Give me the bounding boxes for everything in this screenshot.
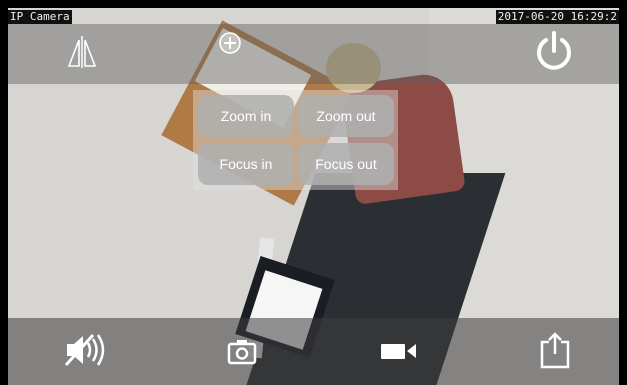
zoom-toggle-button[interactable] [219, 32, 241, 58]
zoom-focus-panel: Zoom in Zoom out Focus in Focus out [193, 90, 398, 190]
mute-icon [63, 330, 109, 374]
zoom-in-button[interactable]: Zoom in [198, 95, 294, 137]
flip-icon [64, 34, 100, 74]
camera-icon [226, 336, 258, 370]
focus-out-button[interactable]: Focus out [298, 143, 394, 185]
camera-timestamp: 2017-06-20 16:29:2 [495, 10, 619, 24]
snapshot-button[interactable] [226, 338, 258, 368]
bottom-toolbar [8, 318, 619, 385]
top-toolbar [8, 24, 619, 84]
focus-in-button[interactable]: Focus in [198, 143, 294, 185]
camera-name-label: IP Camera [8, 10, 72, 24]
share-icon [538, 330, 572, 374]
video-record-icon [379, 340, 419, 366]
power-button[interactable] [532, 30, 576, 74]
share-button[interactable] [538, 332, 572, 372]
power-icon [532, 28, 576, 76]
zoom-plus-icon [219, 32, 241, 58]
record-button[interactable] [379, 342, 419, 364]
zoom-out-button[interactable]: Zoom out [298, 95, 394, 137]
mute-button[interactable] [63, 332, 109, 372]
camera-viewer: IP Camera 2017-06-20 16:29:2 Zoom in Zoo… [0, 0, 627, 385]
flip-button[interactable] [64, 36, 100, 72]
